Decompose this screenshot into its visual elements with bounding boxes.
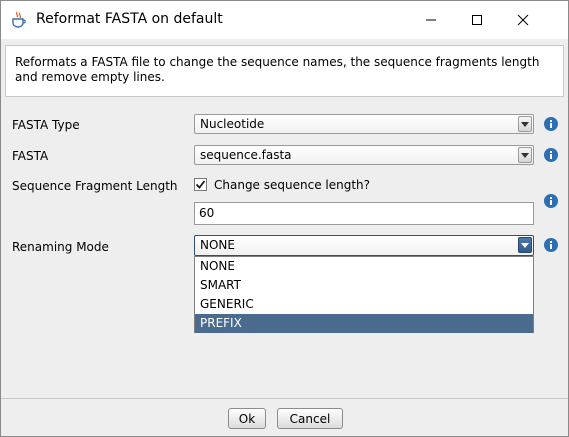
checkmark-icon <box>195 180 206 189</box>
fasta-type-label: FASTA Type <box>12 118 80 132</box>
chevron-down-icon[interactable] <box>518 237 532 253</box>
renaming-mode-dropdown: NONE SMART GENERIC PREFIX <box>194 256 534 333</box>
dropdown-option-prefix[interactable]: PREFIX <box>195 314 533 333</box>
dropdown-option-generic[interactable]: GENERIC <box>195 295 533 314</box>
java-cup-icon <box>12 11 26 28</box>
info-icon[interactable] <box>543 147 559 163</box>
fragment-length-input[interactable] <box>199 206 519 220</box>
fasta-select[interactable]: sequence.fasta <box>194 145 534 165</box>
title-bar[interactable]: Reformat FASTA on default <box>1 1 568 39</box>
footer-divider <box>1 398 568 399</box>
info-icon[interactable] <box>543 193 559 209</box>
fragment-length-field[interactable] <box>194 202 534 225</box>
ok-button[interactable]: Ok <box>228 408 266 429</box>
minimize-button[interactable] <box>408 1 454 39</box>
fasta-label: FASTA <box>12 149 49 163</box>
maximize-button[interactable] <box>454 1 500 39</box>
renaming-mode-select[interactable]: NONE <box>194 235 534 256</box>
dropdown-option-none[interactable]: NONE <box>195 257 533 276</box>
close-icon <box>517 14 529 26</box>
maximize-icon <box>472 15 482 25</box>
fasta-type-select[interactable]: Nucleotide <box>194 114 534 134</box>
dialog-window: Reformat FASTA on default Reformats a FA… <box>0 0 569 437</box>
minimize-icon <box>426 19 436 21</box>
info-icon[interactable] <box>543 116 559 132</box>
change-length-label[interactable]: Change sequence length? <box>214 178 370 192</box>
cancel-button[interactable]: Cancel <box>277 408 343 429</box>
description-panel: Reformats a FASTA file to change the seq… <box>5 45 564 97</box>
window-title: Reformat FASTA on default <box>36 11 223 27</box>
fasta-value: sequence.fasta <box>200 148 292 162</box>
chevron-down-icon[interactable] <box>518 116 532 132</box>
chevron-down-icon[interactable] <box>518 147 532 163</box>
fasta-type-value: Nucleotide <box>200 117 265 131</box>
dropdown-option-smart[interactable]: SMART <box>195 276 533 295</box>
close-button[interactable] <box>500 1 546 39</box>
fragment-length-label: Sequence Fragment Length <box>12 179 178 193</box>
renaming-mode-value: NONE <box>200 238 235 252</box>
change-length-checkbox[interactable] <box>194 178 207 191</box>
info-icon[interactable] <box>543 237 559 253</box>
renaming-mode-label: Renaming Mode <box>12 240 109 254</box>
